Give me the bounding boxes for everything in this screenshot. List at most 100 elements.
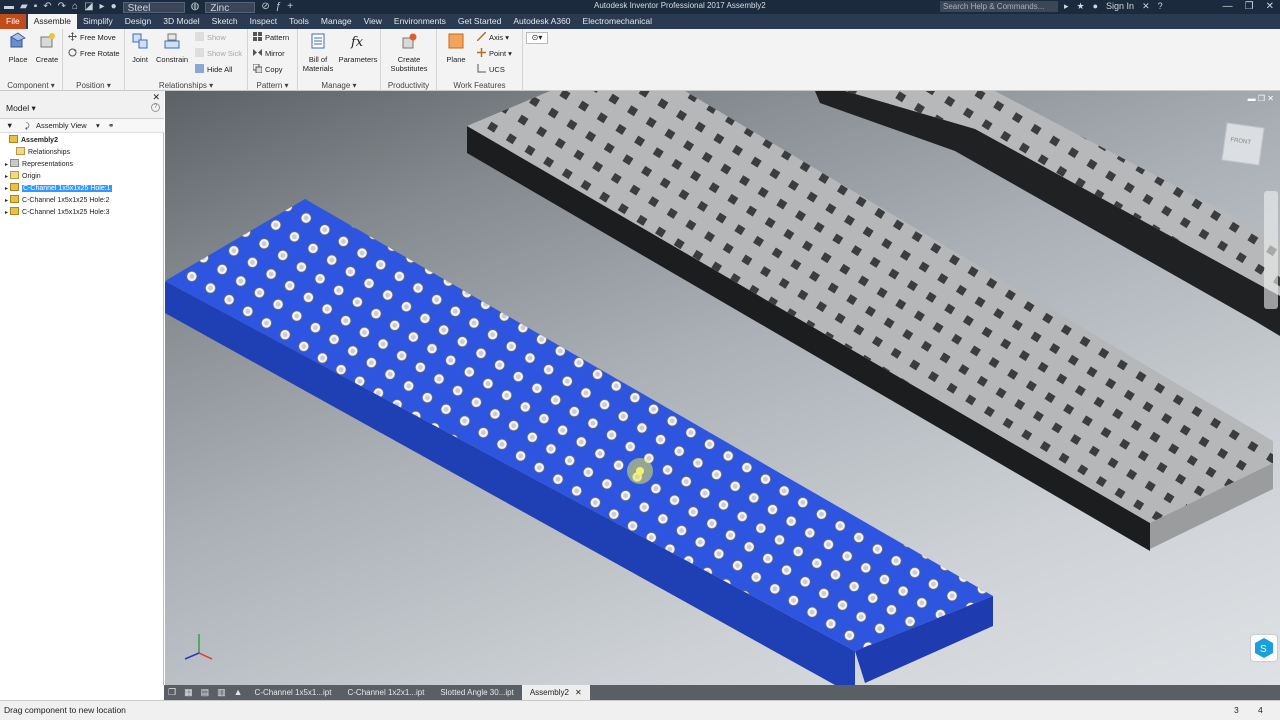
undo-icon[interactable]: ↶ (43, 1, 51, 13)
tab-tools[interactable]: Tools (283, 14, 315, 29)
tab-autodesk-a360[interactable]: Autodesk A360 (507, 14, 576, 29)
save-icon[interactable]: ▪ (34, 1, 38, 13)
minimize-icon[interactable]: — (1223, 0, 1233, 13)
show-button[interactable]: Show (195, 32, 226, 44)
point-button[interactable]: Point ▾ (477, 48, 512, 60)
home-icon[interactable]: ⌂ (72, 1, 78, 13)
tree-node-c-channel-2[interactable]: ▸ C-Channel 1x5x1x25 Hole:2 (5, 195, 110, 206)
expand-arrow-icon[interactable]: ▸ (5, 210, 8, 216)
a360-share-button[interactable]: S (1250, 634, 1278, 662)
expand-arrow-icon[interactable]: ▸ (5, 198, 8, 204)
app-menu-icon[interactable]: ▬ (4, 1, 14, 13)
tab-design[interactable]: Design (119, 14, 157, 29)
tree-node-assembly[interactable]: Assembly2 (9, 135, 58, 146)
free-move-icon (68, 32, 77, 41)
help-icon[interactable]: ? (1158, 0, 1163, 13)
tree-node-origin[interactable]: ▸ Origin (5, 171, 41, 182)
manage-panel-title[interactable]: Manage ▾ (298, 81, 380, 90)
bom-label: Bill of Materials (302, 55, 334, 73)
expand-arrow-icon[interactable]: ▸ (5, 174, 8, 180)
ucs-button[interactable]: UCS (477, 64, 505, 76)
tab-simplify[interactable]: Simplify (77, 14, 119, 29)
arrange-horizontal-icon[interactable]: ▤ (197, 685, 214, 700)
tab-manage[interactable]: Manage (315, 14, 358, 29)
graphics-viewport[interactable]: FRONT ▬ ❐ ✕ S (165, 91, 1280, 685)
open-icon[interactable]: ▰ (20, 1, 28, 13)
select-icon[interactable]: ▸ (100, 1, 105, 13)
bill-of-materials-button[interactable]: Bill of Materials (301, 32, 335, 73)
tree-node-representations[interactable]: ▸ Representations (5, 159, 73, 170)
tab-list-arrow-icon[interactable]: ▲ (230, 685, 247, 700)
appearance-dropdown[interactable]: Zinc (205, 1, 256, 14)
exchange-icon[interactable]: ✕ (1142, 0, 1150, 13)
view-dropdown-arrow-icon[interactable]: ▾ (96, 119, 100, 132)
tab-get-started[interactable]: Get Started (452, 14, 507, 29)
hide-all-button[interactable]: Hide All (195, 64, 232, 76)
plane-button[interactable]: Plane (442, 32, 470, 64)
free-rotate-button[interactable]: Free Rotate (68, 48, 120, 60)
star-icon[interactable]: ★ (1077, 0, 1085, 13)
position-panel-title[interactable]: Position ▾ (63, 81, 124, 90)
component-panel-title[interactable]: Component ▾ (0, 81, 62, 90)
tree-node-relationships[interactable]: Relationships (16, 147, 70, 158)
tree-node-c-channel-1[interactable]: ▸ C-Channel 1x5x1x25 Hole:1 (5, 183, 112, 194)
joint-button[interactable]: Joint (126, 32, 154, 64)
relationships-panel-title[interactable]: Relationships ▾ (125, 81, 247, 90)
create-substitutes-button[interactable]: Create Substitutes (387, 32, 431, 73)
fx-icon[interactable]: ƒ (276, 1, 282, 13)
find-binoculars-icon[interactable]: ⚭ (108, 119, 114, 132)
material-dropdown[interactable]: Steel (122, 1, 185, 14)
tab-file[interactable]: File (0, 14, 26, 29)
ribbon: Place Create Component ▾ Free Move Free … (0, 29, 1280, 91)
pattern-panel-title[interactable]: Pattern ▾ (248, 81, 297, 90)
doc-tab-c-channel-1x5[interactable]: C-Channel 1x5x1...ipt (247, 685, 340, 700)
pattern-button[interactable]: Pattern (253, 32, 289, 44)
arrange-vertical-icon[interactable]: ▥ (213, 685, 230, 700)
expand-arrow-icon[interactable]: ▸ (5, 162, 8, 168)
show-sick-button[interactable]: Show Sick (195, 48, 242, 60)
tab-view[interactable]: View (358, 14, 388, 29)
place-button[interactable]: Place (4, 32, 32, 64)
tile-icon[interactable]: ▦ (180, 685, 197, 700)
copy-button[interactable]: Copy (253, 64, 283, 76)
plus-icon[interactable]: + (287, 1, 293, 13)
tab-electromechanical[interactable]: Electromechanical (577, 14, 658, 29)
tab-assemble[interactable]: Assemble (27, 14, 78, 29)
doc-tab-c-channel-1x2[interactable]: C-Channel 1x2x1...ipt (339, 685, 432, 700)
viewport-window-controls[interactable]: ▬ ❐ ✕ (1248, 94, 1274, 103)
update-icon[interactable]: ◪ (84, 1, 93, 13)
help-search-input[interactable]: Search Help & Commands... (940, 1, 1058, 12)
sign-in-link[interactable]: Sign In (1106, 0, 1134, 13)
cascade-icon[interactable]: ❐ (164, 685, 180, 700)
close-tab-icon[interactable]: ✕ (575, 688, 582, 697)
doc-tab-assembly2[interactable]: Assembly2 ✕ (521, 685, 590, 700)
restore-icon[interactable]: ❐ (1245, 0, 1254, 13)
browser-close-icon[interactable]: ✕ (152, 92, 160, 103)
tree-node-c-channel-3[interactable]: ▸ C-Channel 1x5x1x25 Hole:3 (5, 207, 110, 218)
axis-button[interactable]: Axis ▾ (477, 32, 509, 44)
create-button[interactable]: Create (33, 32, 61, 64)
parameters-button[interactable]: fx Parameters (338, 32, 378, 64)
search-arrow-icon[interactable]: ▸ (1064, 0, 1069, 13)
tab-inspect[interactable]: Inspect (244, 14, 283, 29)
browser-title[interactable]: Model ▾ (6, 103, 36, 114)
ribbon-options-dropdown[interactable]: ⊙▾ (526, 32, 548, 44)
viewcube[interactable]: FRONT (1221, 122, 1265, 166)
panel-position: Free Move Free Rotate Position ▾ (63, 29, 125, 91)
tab-environments[interactable]: Environments (388, 14, 452, 29)
filter-icon[interactable]: ▼ (6, 119, 13, 132)
tab-3d-model[interactable]: 3D Model (157, 14, 205, 29)
redo-icon[interactable]: ↷ (58, 1, 66, 13)
model-canvas[interactable] (165, 91, 1280, 685)
tab-sketch[interactable]: Sketch (206, 14, 244, 29)
assembly-view-dropdown[interactable]: Assembly View (36, 119, 87, 132)
close-icon[interactable]: ✕ (1266, 0, 1274, 13)
doc-tab-slotted-angle[interactable]: Slotted Angle 30...ipt (432, 685, 521, 700)
constrain-button[interactable]: Constrain (156, 32, 188, 64)
browser-help-icon[interactable]: ? (151, 103, 160, 112)
mirror-button[interactable]: Mirror (253, 48, 285, 60)
expand-arrow-icon[interactable]: ▸ (5, 186, 8, 192)
clear-icon[interactable]: ⊘ (261, 1, 269, 13)
navigation-bar[interactable] (1264, 191, 1278, 309)
free-move-button[interactable]: Free Move (68, 32, 116, 44)
